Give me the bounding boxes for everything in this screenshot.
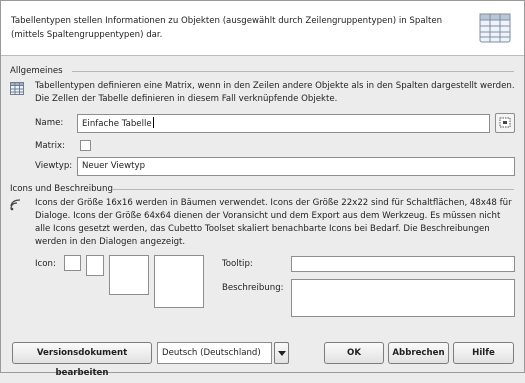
language-dropdown-button[interactable] xyxy=(274,342,289,364)
icons-description: Icons der Größe 16x16 werden in Bäumen v… xyxy=(35,198,512,247)
header-description: Tabellentypen stellen Informationen zu O… xyxy=(11,16,443,40)
icon-label: Icon: xyxy=(35,259,56,269)
icon-slot-16[interactable] xyxy=(64,255,81,271)
viewtype-label: Viewtyp: xyxy=(35,161,73,171)
name-label: Name: xyxy=(35,118,64,128)
browse-icon xyxy=(499,117,511,128)
section-divider xyxy=(72,71,514,72)
dialog-header: Tabellentypen stellen Informationen zu O… xyxy=(1,1,524,56)
icon-slot-22[interactable] xyxy=(86,255,104,276)
viewtype-field[interactable]: Neuer Viewtyp xyxy=(77,157,515,176)
icon-slot-64[interactable] xyxy=(154,255,204,308)
ok-button[interactable]: OK xyxy=(324,342,384,364)
small-table-icon xyxy=(10,82,24,95)
chevron-down-icon xyxy=(278,351,286,356)
table-icon xyxy=(479,13,511,43)
icon-slot-48[interactable] xyxy=(109,255,149,295)
description-label: Beschreibung: xyxy=(222,283,284,293)
matrix-label: Matrix: xyxy=(35,141,65,151)
description-field[interactable] xyxy=(291,279,515,317)
tooltip-label: Tooltip: xyxy=(222,259,253,269)
section-title-general: Allgemeines xyxy=(10,66,63,76)
help-button[interactable]: Hilfe xyxy=(453,342,514,364)
cancel-button[interactable]: Abbrechen xyxy=(388,342,449,364)
tooltip-field[interactable] xyxy=(291,256,515,272)
pick-icon-button[interactable] xyxy=(495,113,515,133)
language-select[interactable]: Deutsch (Deutschland) xyxy=(157,342,272,364)
name-field[interactable]: Einfache Tabelle xyxy=(77,114,490,133)
matrix-checkbox[interactable] xyxy=(80,140,91,151)
section-divider xyxy=(113,189,514,190)
name-value: Einfache Tabelle xyxy=(82,119,152,129)
general-description: Tabellentypen definieren eine Matrix, we… xyxy=(35,81,515,104)
section-title-icons: Icons und Beschreibung xyxy=(10,184,113,194)
signal-icon xyxy=(10,199,21,211)
edit-version-document-button[interactable]: Versionsdokument bearbeiten xyxy=(12,342,152,378)
